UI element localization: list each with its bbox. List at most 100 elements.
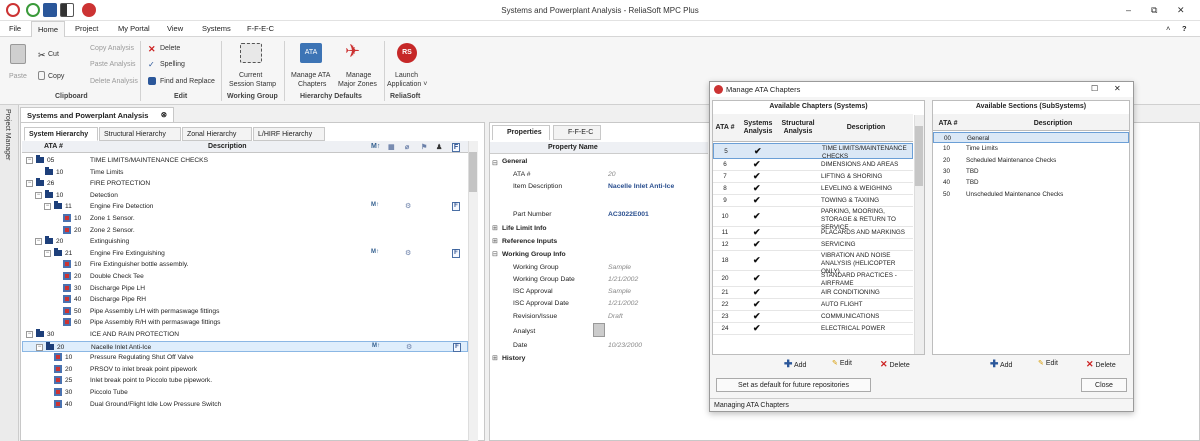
section-reference-inputs[interactable]: Reference Inputs (502, 238, 557, 245)
tab-system-hierarchy[interactable]: System Hierarchy (24, 127, 98, 141)
manage-zones-button[interactable]: Manage (346, 72, 371, 79)
settings-icon[interactable]: ⚙ (405, 249, 411, 257)
maintenance-icon[interactable]: M↑ (371, 249, 379, 255)
hierarchy-row[interactable]: 60 Pipe Assembly R/H with permaswage fitt… (22, 317, 468, 329)
prop-wgdate-value[interactable]: 1/21/2002 (608, 276, 638, 283)
menu-project[interactable]: Project (75, 24, 98, 33)
col-ata[interactable]: ATA # (44, 143, 63, 150)
menu-systems[interactable]: Systems (202, 24, 231, 33)
section-life-limit[interactable]: Life Limit Info (502, 225, 547, 232)
section-add-button[interactable]: ✚ Add (990, 359, 1012, 370)
hierarchy-row[interactable]: 40 Dual Ground/Flight Idle Low Pressure S… (22, 399, 468, 411)
tab-structural-hierarchy[interactable]: Structural Hierarchy (99, 127, 181, 141)
prop-isc-value[interactable]: Sample (608, 288, 631, 295)
hierarchy-row[interactable]: − 26 FIRE PROTECTION (22, 178, 468, 190)
systems-check-icon[interactable]: ✔ (753, 159, 761, 170)
maintenance-icon[interactable]: M↑ (371, 202, 379, 208)
tab-zonal-hierarchy[interactable]: Zonal Hierarchy (182, 127, 252, 141)
prop-wgroup-value[interactable]: Sample (608, 264, 631, 271)
section-row[interactable]: 40 TBD (933, 177, 1129, 188)
hierarchy-row[interactable]: 10 Fire Extinguisher bottle assembly. (22, 259, 468, 271)
hierarchy-row[interactable]: 10 Time Limits (22, 166, 468, 179)
hierarchy-row[interactable]: − 20 Extinguishing (22, 236, 468, 248)
systems-check-icon[interactable]: ✔ (753, 195, 761, 206)
systems-check-icon[interactable]: ✔ (753, 323, 761, 334)
section-working-group[interactable]: Working Group Info (502, 251, 566, 258)
project-manager-tab[interactable]: Project Manager (0, 105, 19, 441)
collapse-icon[interactable]: − (26, 331, 33, 338)
collapse-icon[interactable]: − (26, 180, 33, 188)
chapter-row[interactable]: 9 ✔ TOWING & TAXIING (713, 195, 913, 207)
help-icon[interactable]: ? (1182, 24, 1187, 33)
col-description[interactable]: Description (208, 143, 247, 150)
systems-check-icon[interactable]: ✔ (753, 183, 761, 194)
systems-check-icon[interactable]: ✔ (753, 273, 761, 284)
section-row[interactable]: 30 TBD (933, 166, 1129, 177)
close-button[interactable]: ✕ (1177, 5, 1185, 16)
menu-home[interactable]: Home (31, 21, 66, 38)
collapse-icon[interactable]: − (35, 191, 42, 199)
application-label[interactable]: Application ˅ (387, 81, 427, 88)
section-row[interactable]: 20 Scheduled Maintenance Checks (933, 155, 1129, 166)
manage-ata-button[interactable]: Manage ATA (291, 72, 330, 79)
expand-icon[interactable]: ⊞ (492, 237, 498, 245)
hierarchy-row[interactable]: − 20 Nacelle Inlet Anti-Ice M↑ ⚙ F (22, 340, 468, 353)
systems-check-icon[interactable]: ✔ (753, 255, 761, 266)
chapter-row[interactable]: 18 ✔ VIBRATION AND NOISE ANALYSIS (HELICOP… (713, 251, 913, 275)
systems-check-icon[interactable]: ✔ (753, 211, 761, 222)
prop-date-value[interactable]: 10/23/2000 (608, 342, 642, 349)
systems-check-icon[interactable]: ✔ (753, 287, 761, 298)
chapter-row[interactable]: 7 ✔ LIFTING & SHORING (713, 171, 913, 183)
close-tab-icon[interactable]: ⊗ (161, 110, 167, 119)
prop-part-value[interactable]: AC3022E001 (608, 211, 649, 218)
delete-analysis-button[interactable]: Delete Analysis (90, 78, 138, 85)
menu-file[interactable]: File (9, 24, 21, 33)
hierarchy-row[interactable]: 50 Pipe Assembly L/H with permaswage fitt… (22, 306, 468, 318)
chapter-row[interactable]: 20 ✔ STANDARD PRACTICES - AIRFRAME (713, 271, 913, 287)
collapse-ribbon-icon[interactable]: ˄ (1166, 24, 1170, 33)
prop-ata-value[interactable]: 20 (608, 171, 616, 178)
col-section-description[interactable]: Description (983, 120, 1123, 127)
minimize-button[interactable]: – (1126, 5, 1131, 15)
tab-lhirf-hierarchy[interactable]: L/HIRF Hierarchy (253, 127, 325, 141)
hierarchy-row[interactable]: 10 Zone 1 Sensor. (22, 213, 468, 225)
tab-properties[interactable]: Properties (492, 125, 550, 140)
expand-icon[interactable]: ⊟ (492, 250, 498, 258)
ffec-icon[interactable]: F (453, 342, 461, 352)
maximize-button[interactable]: ⧉ (1151, 5, 1157, 16)
find-replace-button[interactable]: Find and Replace (160, 78, 215, 85)
menu-view[interactable]: View (167, 24, 183, 33)
col-systems-analysis[interactable]: Systems Analysis (740, 120, 776, 136)
chapter-row[interactable]: 11 ✔ PLACARDS AND MARKINGS (713, 227, 913, 239)
copy-button[interactable]: Copy (48, 73, 64, 80)
systems-check-icon[interactable]: ✔ (753, 311, 761, 322)
section-row[interactable]: 50 Unscheduled Maintenance Checks (933, 189, 1129, 200)
chapter-row[interactable]: 12 ✔ SERVICING (713, 239, 913, 251)
hierarchy-row[interactable]: 40 Discharge Pipe RH (22, 294, 468, 306)
hierarchy-row[interactable]: 20 PRSOV to inlet break point pipework (22, 364, 468, 376)
expand-icon[interactable]: ⊞ (492, 224, 498, 232)
systems-check-icon[interactable]: ✔ (753, 299, 761, 310)
collapse-icon[interactable]: − (44, 203, 51, 211)
collapse-icon[interactable]: − (26, 157, 33, 164)
document-tab[interactable]: Systems and Powerplant Analysis ⊗ (20, 107, 174, 122)
spelling-button[interactable]: Spelling (160, 61, 185, 68)
hierarchy-row[interactable]: − 10 Detection (22, 189, 468, 202)
hierarchy-row[interactable]: 30 Piccolo Tube (22, 387, 468, 399)
expand-icon[interactable]: ⊞ (492, 354, 498, 362)
chapter-add-button[interactable]: ✚ Add (784, 359, 806, 370)
hierarchy-row[interactable]: 20 Double Check Tee (22, 271, 468, 283)
chapter-row[interactable]: 22 ✔ AUTO FLIGHT (713, 299, 913, 311)
dialog-close-button[interactable]: ✕ (1114, 84, 1121, 93)
launch-button[interactable]: Launch (395, 72, 418, 79)
systems-check-icon[interactable]: ✔ (753, 239, 761, 250)
current-session-button[interactable]: Current (239, 72, 262, 79)
dialog-maximize-button[interactable]: ☐ (1091, 84, 1098, 93)
chapter-row[interactable]: 21 ✔ AIR CONDITIONING (713, 287, 913, 299)
delete-button[interactable]: Delete (160, 45, 180, 52)
paste-analysis-button[interactable]: Paste Analysis (90, 61, 136, 68)
section-row[interactable]: 10 Time Limits (933, 143, 1129, 154)
collapse-icon[interactable]: − (36, 343, 43, 351)
chapter-row[interactable]: 5 ✔ TIME LIMITS/MAINTENANCE CHECKS (713, 143, 913, 160)
chapter-edit-button[interactable]: ✎ Edit (832, 359, 852, 367)
